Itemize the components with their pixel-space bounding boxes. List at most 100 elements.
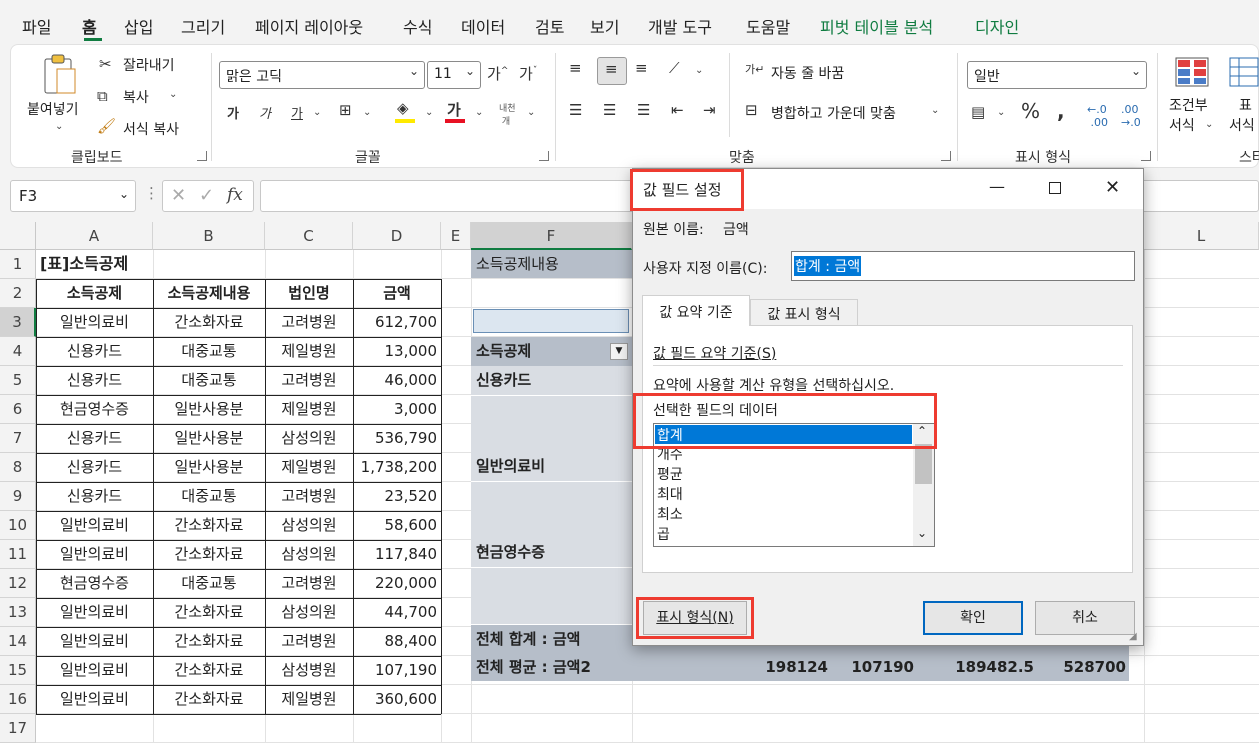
align-bottom-icon[interactable]: ≡ xyxy=(635,59,648,77)
table-cell[interactable]: 일반사용분 xyxy=(153,395,265,424)
table-cell[interactable]: 신용카드 xyxy=(36,337,153,366)
cut-button[interactable]: 잘라내기 xyxy=(123,55,175,75)
table-cell[interactable]: 신용카드 xyxy=(36,453,153,482)
menu-view[interactable]: 보기 xyxy=(590,14,619,38)
col-header-e[interactable]: E xyxy=(441,222,471,250)
row-header[interactable]: 1 xyxy=(0,250,36,279)
menu-review[interactable]: 검토 xyxy=(535,14,564,38)
merge-dropdown-icon[interactable]: ⌄ xyxy=(931,105,939,116)
table-cell[interactable]: 제일병원 xyxy=(265,395,353,424)
pivot-avg-value[interactable]: 189482.5 xyxy=(918,653,1038,681)
row-header[interactable]: 3 xyxy=(0,308,36,337)
tab-summarize-by[interactable]: 값 요약 기준 xyxy=(642,295,750,326)
pivot-item[interactable]: 신용카드 xyxy=(472,366,632,395)
table-cell[interactable]: 대중교통 xyxy=(153,366,265,395)
filter-dropdown-icon[interactable]: ▼ xyxy=(610,343,628,360)
table-cell[interactable]: 대중교통 xyxy=(153,569,265,598)
table-cell[interactable]: 1,738,200 xyxy=(353,453,441,482)
table-cell[interactable]: 107,190 xyxy=(353,656,441,685)
table-cell[interactable]: 44,700 xyxy=(353,598,441,627)
table-cell[interactable]: 삼성의원 xyxy=(265,598,353,627)
decrease-decimal-icon[interactable]: .00 →.0 xyxy=(1121,103,1141,129)
table-cell[interactable]: 23,520 xyxy=(353,482,441,511)
table-cell[interactable]: 일반의료비 xyxy=(36,685,153,714)
table-cell[interactable]: 고려병원 xyxy=(265,482,353,511)
increase-font-icon[interactable]: 가^ xyxy=(487,63,508,84)
table-cell[interactable]: 간소화자료 xyxy=(153,598,265,627)
font-color-icon[interactable]: 가 xyxy=(447,99,461,120)
table-cell[interactable]: 3,000 xyxy=(353,395,441,424)
orientation-icon[interactable]: ⟋ xyxy=(669,59,680,77)
table-cell[interactable]: 제일병원 xyxy=(265,453,353,482)
table-cell[interactable]: 일반의료비 xyxy=(36,656,153,685)
select-all-corner[interactable] xyxy=(0,222,36,250)
table-cell[interactable]: 58,600 xyxy=(353,511,441,540)
table-cell[interactable]: 간소화자료 xyxy=(153,685,265,714)
table-cell[interactable]: 612,700 xyxy=(353,308,441,337)
pivot-item[interactable]: 현금영수증 xyxy=(472,538,632,567)
table-cell[interactable]: 간소화자료 xyxy=(153,627,265,656)
pivot-total-avg-label[interactable]: 전체 평균 : 금액2 xyxy=(472,653,672,681)
col-header-f[interactable]: F xyxy=(471,222,632,250)
row-header[interactable]: 17 xyxy=(0,714,36,743)
table-cell[interactable]: 88,400 xyxy=(353,627,441,656)
align-top-icon[interactable]: ≡ xyxy=(569,59,582,77)
menu-pivot-analyze[interactable]: 피벗 테이블 분석 xyxy=(820,14,933,38)
table-cell[interactable]: 현금영수증 xyxy=(36,569,153,598)
comma-style-icon[interactable]: , xyxy=(1057,99,1065,123)
table-header[interactable]: 소득공제내용 xyxy=(153,279,265,307)
pivot-row-field[interactable]: 소득공제 xyxy=(472,337,602,366)
row-header[interactable]: 13 xyxy=(0,598,36,627)
conditional-format-button[interactable]: 조건부 xyxy=(1169,95,1208,115)
table-cell[interactable]: 간소화자료 xyxy=(153,656,265,685)
table-header[interactable]: 법인명 xyxy=(265,279,353,307)
scroll-thumb[interactable] xyxy=(915,444,932,484)
align-right-icon[interactable]: ☰ xyxy=(637,101,650,119)
pivot-total-sum-label[interactable]: 전체 합계 : 금액 xyxy=(472,625,632,653)
row-header[interactable]: 9 xyxy=(0,482,36,511)
table-cell[interactable]: 간소화자료 xyxy=(153,540,265,569)
accounting-dropdown-icon[interactable]: ⌄ xyxy=(997,107,1005,118)
decrease-indent-icon[interactable]: ⇤ xyxy=(671,101,684,119)
table-cell[interactable]: 536,790 xyxy=(353,424,441,453)
font-color-dropdown-icon[interactable]: ⌄ xyxy=(475,107,483,118)
row-header[interactable]: 6 xyxy=(0,395,36,424)
accounting-format-icon[interactable]: ▤ xyxy=(971,103,985,121)
row-header[interactable]: 2 xyxy=(0,279,36,308)
table-cell[interactable]: 고려병원 xyxy=(265,627,353,656)
table-cell[interactable]: 대중교통 xyxy=(153,337,265,366)
menu-page-layout[interactable]: 페이지 레이아웃 xyxy=(255,14,363,38)
table-cell[interactable]: 삼성의원 xyxy=(265,424,353,453)
menu-data[interactable]: 데이터 xyxy=(461,14,505,38)
menu-insert[interactable]: 삽입 xyxy=(124,14,153,38)
list-item-average[interactable]: 평균 xyxy=(657,464,683,484)
table-cell[interactable]: 13,000 xyxy=(353,337,441,366)
borders-dropdown-icon[interactable]: ⌄ xyxy=(363,107,371,118)
list-item-max[interactable]: 최대 xyxy=(657,484,683,504)
copy-button[interactable]: 복사 xyxy=(123,87,149,107)
table-cell[interactable]: 간소화자료 xyxy=(153,308,265,337)
fill-color-dropdown-icon[interactable]: ⌄ xyxy=(425,107,433,118)
tab-show-values-as[interactable]: 값 표시 형식 xyxy=(750,299,858,325)
number-launcher-icon[interactable] xyxy=(1141,151,1151,161)
enter-icon[interactable]: ✓ xyxy=(199,185,214,206)
number-format-select[interactable]: 일반 ⌄ xyxy=(967,61,1147,89)
phonetic-dropdown-icon[interactable]: ⌄ xyxy=(527,107,535,118)
table-cell[interactable]: 일반의료비 xyxy=(36,308,153,337)
pivot-avg-value[interactable]: 107190 xyxy=(832,653,918,681)
list-item-product[interactable]: 곱 xyxy=(657,524,670,544)
custom-name-input[interactable]: 합계 : 금액 xyxy=(791,251,1135,281)
paste-dropdown-icon[interactable]: ⌄ xyxy=(55,121,63,132)
paste-button[interactable]: 붙여넣기 xyxy=(27,99,79,119)
table-header[interactable]: 금액 xyxy=(353,279,441,307)
phonetic-icon[interactable]: 내천 개 xyxy=(499,101,516,127)
col-header-a[interactable]: A xyxy=(36,222,153,250)
row-header[interactable]: 10 xyxy=(0,511,36,540)
list-item-min[interactable]: 최소 xyxy=(657,504,683,524)
table-cell[interactable]: 신용카드 xyxy=(36,366,153,395)
table-cell[interactable]: 일반사용분 xyxy=(153,424,265,453)
more-options-icon[interactable]: ⋮ xyxy=(144,184,159,202)
name-box[interactable]: F3 ⌄ xyxy=(10,180,136,212)
cancel-icon[interactable]: ✕ xyxy=(171,185,186,206)
table-cell[interactable]: 제일병원 xyxy=(265,337,353,366)
